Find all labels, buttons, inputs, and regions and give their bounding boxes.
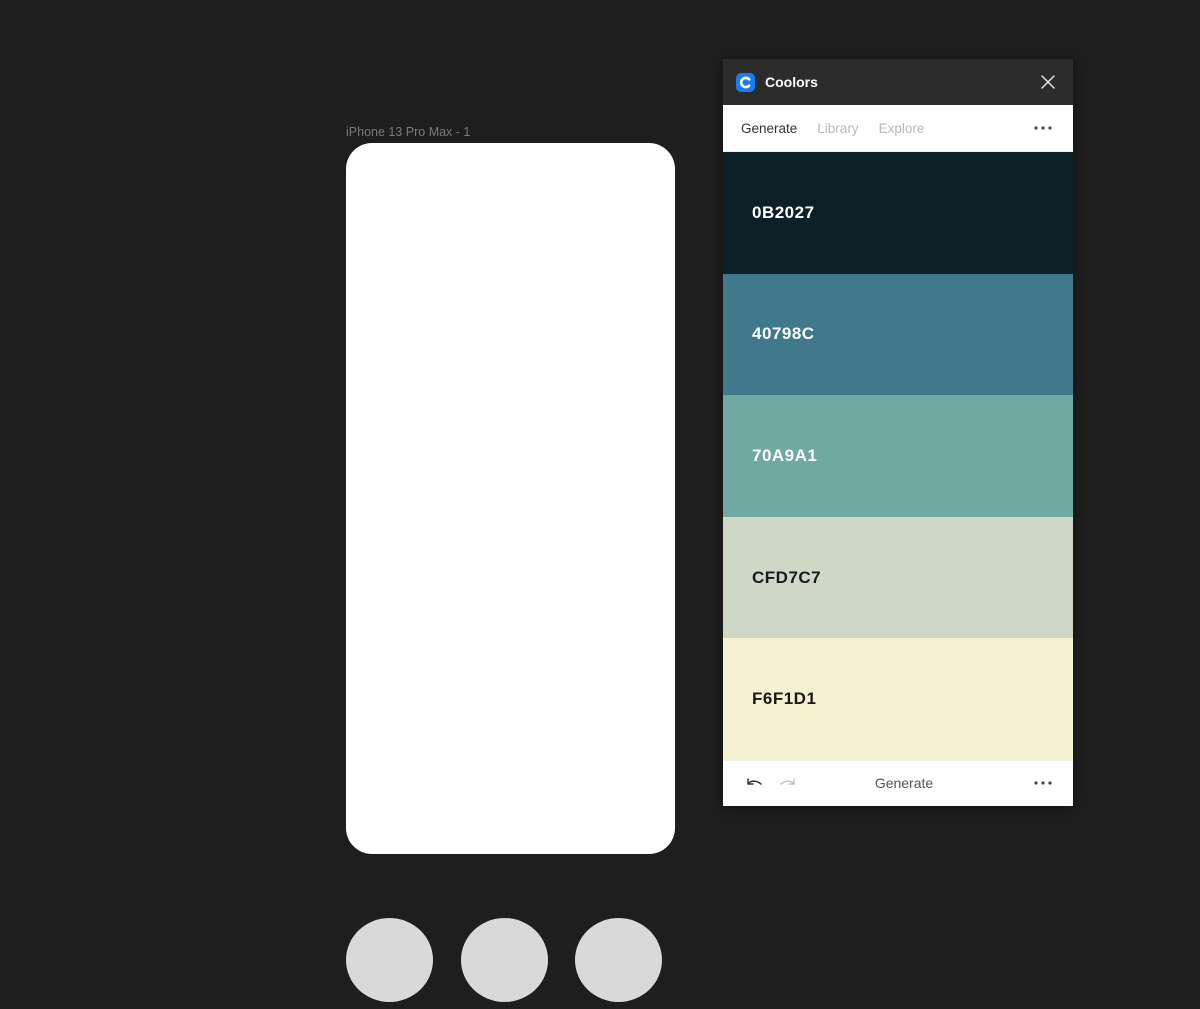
color-swatch[interactable]: 70A9A1 [723, 395, 1073, 517]
tab-generate[interactable]: Generate [741, 121, 797, 136]
color-swatch[interactable]: 40798C [723, 273, 1073, 396]
plugin-title: Coolors [765, 74, 818, 90]
generate-button[interactable]: Generate [811, 775, 997, 791]
circle-shape-2[interactable] [461, 918, 548, 1002]
iphone-frame[interactable] [346, 143, 675, 854]
frame-label[interactable]: iPhone 13 Pro Max - 1 [346, 125, 470, 139]
coolors-logo-icon [736, 72, 755, 92]
plugin-titlebar: Coolors [723, 59, 1073, 105]
more-horizontal-icon[interactable] [1031, 773, 1055, 793]
swatch-hex-label: 0B2027 [752, 202, 815, 222]
close-icon[interactable] [1036, 70, 1060, 94]
undo-icon[interactable] [743, 772, 765, 794]
color-swatch[interactable]: F6F1D1 [723, 638, 1073, 760]
redo-icon[interactable] [777, 772, 799, 794]
color-swatch[interactable]: 0B2027 [723, 152, 1073, 274]
swatch-hex-label: CFD7C7 [752, 567, 822, 587]
tab-library[interactable]: Library [817, 121, 858, 136]
circle-shape-3[interactable] [575, 918, 662, 1002]
design-canvas[interactable]: iPhone 13 Pro Max - 1 Coolors Generate L… [0, 0, 1200, 1009]
tab-explore[interactable]: Explore [879, 121, 925, 136]
swatch-hex-label: 40798C [752, 324, 815, 344]
plugin-footer: Generate [723, 759, 1073, 806]
color-swatch[interactable]: CFD7C7 [723, 516, 1073, 639]
palette-swatches: 0B2027 40798C 70A9A1 CFD7C7 F6F1D1 [723, 152, 1073, 760]
plugin-tabs: Generate Library Explore [723, 105, 1073, 152]
swatch-hex-label: 70A9A1 [752, 445, 818, 465]
more-horizontal-icon[interactable] [1031, 118, 1055, 138]
swatch-hex-label: F6F1D1 [752, 689, 817, 709]
circle-shape-1[interactable] [346, 918, 433, 1002]
coolors-plugin-window: Coolors Generate Library Explore 0B2027 … [723, 59, 1073, 806]
